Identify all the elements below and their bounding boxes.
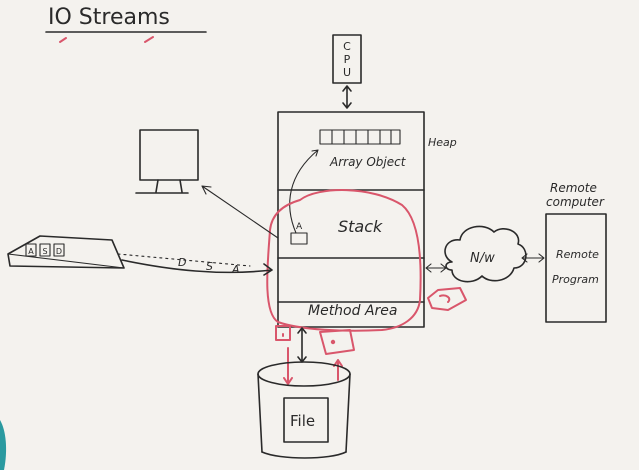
- stack-label: Stack: [338, 217, 383, 236]
- cpu-letter-u: U: [343, 66, 351, 79]
- remote-program-label-line2: Program: [552, 273, 599, 286]
- remote-computer-label-line2: computer: [546, 195, 605, 209]
- file-label: File: [290, 412, 315, 430]
- remote-computer-label-line1: Remote: [550, 181, 597, 195]
- stream-char-d: D: [178, 256, 186, 269]
- memory-file-arrow: [297, 327, 307, 363]
- stream-char-s: S: [206, 260, 213, 273]
- memory-network-arrow: [425, 263, 447, 273]
- cpu-memory-arrow: [342, 85, 352, 109]
- stack-variable-label: A: [296, 222, 303, 232]
- file-packet-in: [275, 325, 291, 341]
- cpu-letter-c: C: [343, 40, 351, 53]
- title-ticks: [59, 36, 154, 43]
- file-cylinder-icon: [257, 361, 351, 459]
- keyboard-stream-arrow: [121, 259, 273, 276]
- key-d-label: D: [56, 247, 62, 256]
- key-a-label: A: [28, 247, 34, 256]
- whiteboard-diagram: IO Streams C P U Heap Array Object Stack…: [0, 5, 607, 470]
- red-arrow-to-file: [283, 347, 293, 385]
- title: IO Streams: [48, 5, 170, 30]
- cpu-letter-p: P: [344, 53, 351, 66]
- stack-variable-box: [290, 232, 308, 245]
- network-packet: [427, 287, 467, 311]
- output-arrow-monitor: [201, 185, 279, 239]
- remote-program-label-line1: Remote: [556, 248, 599, 261]
- remote-computer-box: [545, 213, 607, 323]
- stream-char-a: A: [231, 263, 240, 276]
- array-object: [319, 129, 401, 145]
- network-remote-arrow: [521, 253, 545, 263]
- file-packet-out: [319, 329, 355, 355]
- keyboard-icon: [7, 235, 125, 269]
- reference-arrow: [289, 149, 319, 234]
- array-object-label: Array Object: [329, 155, 407, 169]
- method-area-label: Method Area: [308, 303, 397, 319]
- network-label: N/w: [470, 251, 495, 266]
- red-arrow-from-file: [333, 359, 343, 381]
- corner-object: [0, 420, 7, 470]
- key-s-label: S: [42, 247, 47, 256]
- monitor-icon: [135, 129, 199, 194]
- cpu-box: C P U: [332, 34, 362, 84]
- heap-label: Heap: [428, 136, 457, 149]
